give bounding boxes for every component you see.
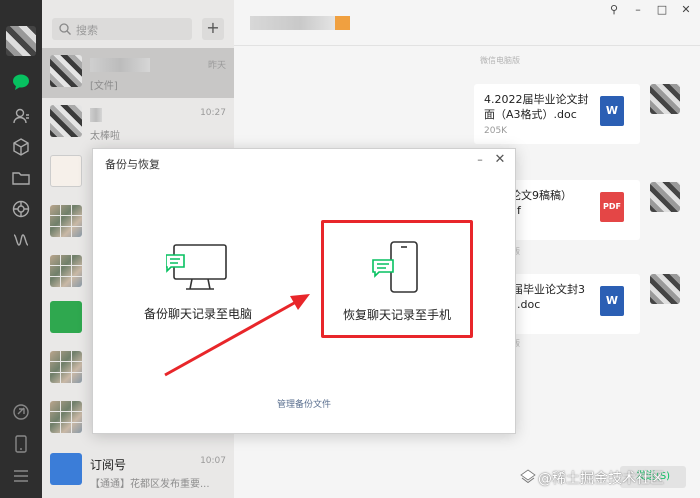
chat-avatar <box>50 105 82 137</box>
chat-name: 订阅号 <box>90 458 127 472</box>
backup-restore-dialog: 备份与恢复 – ✕ 备份聊天记录至电脑 恢复聊天记录至手机 管理备份文件 <box>92 148 516 434</box>
chat-avatar <box>50 205 82 237</box>
minimize-button[interactable]: – <box>628 2 648 18</box>
menu-icon[interactable] <box>11 466 31 486</box>
file-message[interactable]: 4.2022届毕业论文封面（A3格式）.doc 205K W <box>474 84 640 144</box>
file-size: 205K <box>484 126 508 136</box>
dialog-title: 备份与恢复 <box>105 158 160 171</box>
juejin-logo-icon <box>520 469 536 484</box>
maximize-button[interactable]: □ <box>652 2 672 18</box>
restore-to-phone-option[interactable]: 恢复聊天记录至手机 <box>321 220 473 338</box>
sender-avatar[interactable] <box>650 274 680 304</box>
word-file-icon: W <box>600 286 624 316</box>
file-name: 4.2022届毕业论文封面（A3格式）.doc <box>484 93 589 121</box>
chat-item[interactable]: 太棒啦 10:27 <box>42 98 234 148</box>
chat-avatar <box>50 255 82 287</box>
chat-preview: 太棒啦 <box>90 131 120 142</box>
chat-item-subscriptions[interactable]: 订阅号 【通通】花都区发布重要... 10:07 <box>42 446 234 496</box>
dialog-close-button[interactable]: ✕ <box>493 152 507 167</box>
link-icon[interactable] <box>11 402 31 422</box>
chat-preview: 【通通】花都区发布重要... <box>90 479 210 490</box>
sender-avatar[interactable] <box>650 182 680 212</box>
chat-avatar <box>50 55 82 87</box>
folder-icon[interactable] <box>11 168 31 188</box>
chat-avatar <box>50 401 82 433</box>
chat-title-redacted <box>250 16 350 30</box>
chat-item[interactable]: [文件] 昨天 <box>42 48 234 98</box>
pdf-file-icon: PDF <box>600 192 624 222</box>
phone-icon[interactable] <box>11 434 31 454</box>
chat-avatar <box>50 301 82 333</box>
chat-avatar <box>50 351 82 383</box>
chat-name-redacted <box>90 108 102 122</box>
mini-programs-icon[interactable] <box>11 230 31 250</box>
subscription-avatar <box>50 453 82 485</box>
chat-avatar <box>50 155 82 187</box>
chat-time: 10:27 <box>200 108 226 118</box>
watermark: @稀土掘金技术社区 <box>538 471 664 487</box>
add-chat-button[interactable]: + <box>202 18 224 40</box>
user-avatar[interactable] <box>6 26 36 56</box>
chat-icon[interactable] <box>11 72 31 92</box>
moments-icon[interactable] <box>11 199 31 219</box>
monitor-icon <box>166 244 227 290</box>
close-button[interactable]: ✕ <box>676 2 696 18</box>
contacts-icon[interactable] <box>11 106 31 126</box>
search-box[interactable]: 搜索 <box>52 18 192 40</box>
chat-time: 10:07 <box>200 456 226 466</box>
restore-label: 恢复聊天记录至手机 <box>342 308 451 322</box>
favorites-icon[interactable] <box>11 137 31 157</box>
backup-to-pc-option[interactable]: 备份聊天记录至电脑 <box>123 219 273 331</box>
search-placeholder: 搜索 <box>76 24 98 37</box>
backup-label: 备份聊天记录至电脑 <box>143 307 252 321</box>
word-file-icon: W <box>600 96 624 126</box>
search-icon <box>59 23 71 35</box>
chat-time: 昨天 <box>207 61 226 71</box>
manage-backups-link[interactable]: 管理备份文件 <box>93 397 515 410</box>
sender-avatar[interactable] <box>650 84 680 114</box>
pin-icon[interactable]: ⚲ <box>604 2 624 18</box>
dialog-minimize-button[interactable]: – <box>473 153 487 167</box>
system-note: 微信电脑版 <box>480 56 520 65</box>
chat-name-redacted <box>90 58 150 72</box>
nav-rail <box>0 0 42 498</box>
chat-preview: [文件] <box>90 81 118 92</box>
phone-restore-icon <box>372 241 418 293</box>
